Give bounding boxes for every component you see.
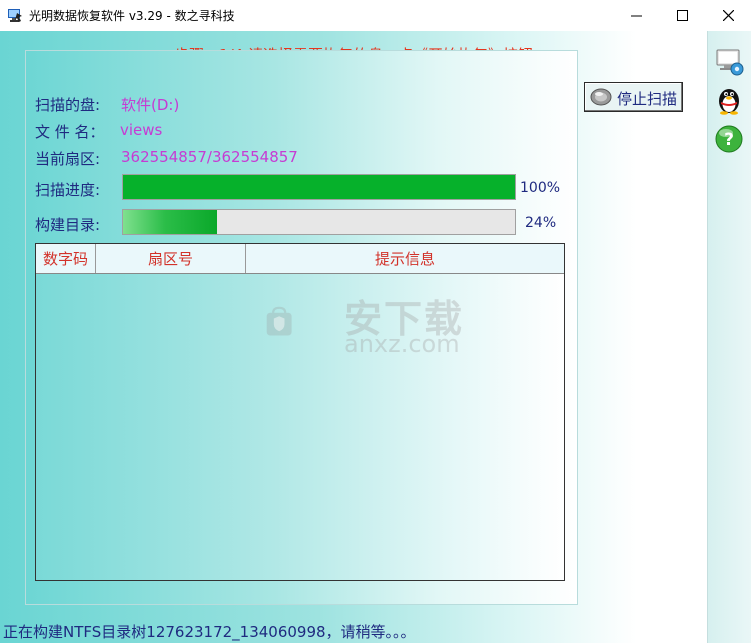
svg-text:?: ? bbox=[724, 130, 734, 150]
scan-progress-percent: 100% bbox=[520, 180, 561, 196]
column-header-code[interactable]: 数字码 bbox=[36, 244, 96, 273]
scan-progress-fill bbox=[123, 175, 515, 199]
side-toolbar: ? bbox=[707, 31, 751, 643]
watermark-shield-icon bbox=[266, 306, 292, 336]
column-header-hint[interactable]: 提示信息 bbox=[246, 244, 564, 273]
maximize-button[interactable] bbox=[659, 0, 705, 31]
scan-progress-bar bbox=[122, 174, 516, 200]
build-directory-fill bbox=[123, 210, 218, 234]
sector-label: 当前扇区: bbox=[35, 150, 101, 168]
column-header-sector[interactable]: 扇区号 bbox=[96, 244, 246, 273]
settings-computer-icon[interactable] bbox=[713, 45, 745, 77]
stop-scan-label: 停止扫描 bbox=[617, 90, 678, 108]
stop-disc-icon bbox=[590, 88, 612, 106]
window-title: 光明数据恢复软件 v3.29 - 数之寻科技 bbox=[29, 9, 235, 23]
minimize-icon bbox=[630, 15, 642, 17]
close-icon bbox=[722, 10, 734, 21]
scan-disk-value: 软件(D:) bbox=[121, 96, 180, 114]
stop-scan-button[interactable]: 停止扫描 bbox=[584, 82, 683, 112]
help-icon[interactable]: ? bbox=[713, 123, 745, 155]
build-directory-bar bbox=[122, 209, 516, 235]
minimize-button[interactable] bbox=[613, 0, 659, 31]
close-button[interactable] bbox=[705, 0, 751, 31]
scan-progress-label: 扫描进度: bbox=[35, 181, 101, 199]
scan-disk-label: 扫描的盘: bbox=[35, 96, 101, 114]
app-icon bbox=[8, 9, 22, 22]
sector-value: 362554857/362554857 bbox=[121, 148, 298, 166]
filename-value: views bbox=[120, 121, 163, 139]
watermark-url: anxz.com bbox=[344, 330, 460, 358]
filename-label: 文 件 名： bbox=[35, 123, 105, 141]
build-directory-label: 构建目录: bbox=[35, 216, 101, 234]
maximize-icon bbox=[676, 10, 688, 21]
table-header: 数字码 扇区号 提示信息 bbox=[36, 244, 564, 274]
build-directory-percent: 24% bbox=[525, 215, 557, 231]
title-bar: 光明数据恢复软件 v3.29 - 数之寻科技 bbox=[0, 0, 751, 32]
qq-penguin-icon[interactable] bbox=[713, 83, 745, 115]
status-message: 正在构建NTFS目录树127623172_134060998，请稍等。。。 bbox=[3, 623, 416, 641]
